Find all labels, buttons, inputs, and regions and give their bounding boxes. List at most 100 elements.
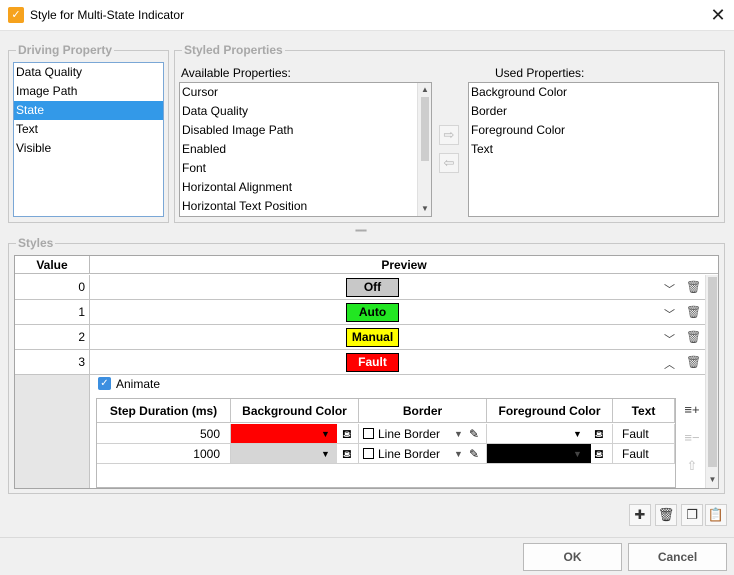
dropdown-arrow-icon[interactable]: ▼ bbox=[454, 444, 463, 464]
style-value-cell[interactable]: 3 bbox=[15, 350, 90, 375]
anim-column-header[interactable]: Text bbox=[613, 399, 675, 423]
dropdown-arrow-icon[interactable]: ▼ bbox=[573, 444, 582, 464]
border-label: Line Border bbox=[378, 427, 441, 441]
trash-icon[interactable]: 🗑 bbox=[686, 330, 701, 344]
paint-bucket-icon[interactable]: ⛾ bbox=[594, 444, 604, 464]
splitter-grip[interactable]: ▪▪▪▪▪▪ bbox=[355, 226, 367, 235]
available-item[interactable]: Disabled Image Path bbox=[180, 121, 417, 140]
style-preview-swatch: Off bbox=[346, 278, 399, 297]
available-properties-list[interactable]: Cursor Data Quality Disabled Image Path Ena… bbox=[179, 82, 432, 217]
value-column-filler bbox=[15, 374, 90, 488]
used-properties-list[interactable]: Background Color Border Foreground Color Te… bbox=[468, 82, 719, 217]
style-preview-swatch: Manual bbox=[346, 328, 399, 347]
driving-property-legend: Driving Property bbox=[16, 43, 115, 57]
used-item[interactable]: Background Color bbox=[469, 83, 718, 102]
paste-style-button[interactable]: 📋 bbox=[705, 504, 727, 526]
move-left-button[interactable]: ⇦ bbox=[439, 153, 459, 173]
cancel-button[interactable]: Cancel bbox=[628, 543, 727, 571]
scroll-down-icon[interactable]: ▼ bbox=[418, 204, 431, 213]
text-cell[interactable]: Fault bbox=[613, 444, 675, 464]
delete-style-button[interactable]: 🗑 bbox=[655, 504, 677, 526]
move-right-button[interactable]: ⇨ bbox=[439, 125, 459, 145]
driving-item[interactable]: Visible bbox=[14, 139, 163, 158]
available-scrollbar[interactable]: ▲ ▼ bbox=[417, 83, 431, 216]
move-step-up-button[interactable]: ⇧ bbox=[681, 455, 703, 477]
driving-item[interactable]: Image Path bbox=[14, 82, 163, 101]
used-item[interactable]: Text bbox=[469, 140, 718, 159]
animate-checkbox[interactable]: ✓ bbox=[98, 377, 111, 390]
foreground-color-cell[interactable]: ▼ ⛾ bbox=[487, 444, 613, 464]
paint-bucket-icon[interactable]: ⛾ bbox=[594, 424, 604, 444]
used-item[interactable]: Foreground Color bbox=[469, 121, 718, 140]
style-value-cell[interactable]: 2 bbox=[15, 325, 90, 350]
styled-properties-legend: Styled Properties bbox=[182, 43, 285, 57]
available-item[interactable]: Cursor bbox=[180, 83, 417, 102]
styles-scrollbar[interactable]: ▼ bbox=[705, 275, 718, 488]
styles-scrollbar-thumb[interactable] bbox=[708, 277, 717, 467]
ok-button[interactable]: OK bbox=[523, 543, 622, 571]
title-bar: ✓ Style for Multi-State Indicator ✕ bbox=[0, 0, 734, 31]
paint-bucket-icon[interactable]: ⛾ bbox=[342, 444, 352, 464]
available-item[interactable]: Horizontal Text Position bbox=[180, 197, 417, 216]
border-preview-icon bbox=[363, 428, 374, 439]
paint-bucket-icon[interactable]: ⛾ bbox=[342, 424, 352, 444]
scrollbar-thumb[interactable] bbox=[421, 97, 429, 161]
app-icon: ✓ bbox=[8, 7, 24, 23]
step-duration-cell[interactable]: 500 bbox=[97, 424, 231, 444]
edit-pencil-icon[interactable]: ✎ bbox=[469, 444, 479, 464]
style-preview-row[interactable]: Auto ﹀ 🗑 bbox=[90, 300, 705, 325]
dropdown-arrow-icon[interactable]: ▼ bbox=[321, 424, 330, 444]
anim-column-header[interactable]: Background Color bbox=[231, 399, 359, 423]
edit-pencil-icon[interactable]: ✎ bbox=[469, 424, 479, 444]
background-color-cell[interactable]: ▼ ⛾ bbox=[231, 444, 359, 464]
style-preview-row[interactable]: Off ﹀ 🗑 bbox=[90, 275, 705, 300]
foreground-color-cell[interactable]: ▼ ⛾ bbox=[487, 424, 613, 444]
chevron-down-icon[interactable]: ﹀ bbox=[664, 331, 675, 347]
anim-column-header[interactable]: Foreground Color bbox=[487, 399, 613, 423]
anim-column-header[interactable]: Step Duration (ms) bbox=[97, 399, 231, 423]
remove-step-button[interactable]: ≡− bbox=[681, 427, 703, 449]
trash-icon[interactable]: 🗑 bbox=[686, 305, 701, 319]
border-cell[interactable]: Line Border ▼ ✎ bbox=[359, 424, 487, 444]
styles-scroll-down-icon[interactable]: ▼ bbox=[706, 475, 719, 484]
scroll-up-icon[interactable]: ▲ bbox=[418, 85, 431, 94]
driving-property-list[interactable]: Data Quality Image Path State Text Visible bbox=[13, 62, 164, 217]
driving-item[interactable]: Data Quality bbox=[14, 63, 163, 82]
trash-icon[interactable]: 🗑 bbox=[686, 355, 701, 369]
add-step-button[interactable]: ≡+ bbox=[681, 399, 703, 421]
style-preview-row[interactable]: Manual ﹀ 🗑 bbox=[90, 325, 705, 350]
dropdown-arrow-icon[interactable]: ▼ bbox=[321, 444, 330, 464]
background-color-cell[interactable]: ▼ ⛾ bbox=[231, 424, 359, 444]
chevron-up-icon[interactable]: ︿ bbox=[664, 356, 675, 372]
driving-item[interactable]: Text bbox=[14, 120, 163, 139]
available-item[interactable]: Enabled bbox=[180, 140, 417, 159]
chevron-down-icon[interactable]: ﹀ bbox=[664, 281, 675, 297]
available-properties-label: Available Properties: bbox=[181, 66, 291, 80]
window-title: Style for Multi-State Indicator bbox=[30, 8, 185, 22]
style-value-cell[interactable]: 0 bbox=[15, 275, 90, 300]
driving-item[interactable]: State bbox=[14, 101, 163, 120]
border-cell[interactable]: Line Border ▼ ✎ bbox=[359, 444, 487, 464]
available-item[interactable]: Horizontal Alignment bbox=[180, 178, 417, 197]
available-item[interactable]: Data Quality bbox=[180, 102, 417, 121]
dropdown-arrow-icon[interactable]: ▼ bbox=[454, 424, 463, 444]
available-item[interactable]: Font bbox=[180, 159, 417, 178]
step-duration-cell[interactable]: 1000 bbox=[97, 444, 231, 464]
anim-column-header[interactable]: Border bbox=[359, 399, 487, 423]
close-icon[interactable]: ✕ bbox=[704, 2, 732, 28]
add-style-button[interactable]: ✚ bbox=[629, 504, 651, 526]
style-preview-swatch: Fault bbox=[346, 353, 399, 372]
chevron-down-icon[interactable]: ﹀ bbox=[664, 306, 675, 322]
preview-column-header[interactable]: Preview bbox=[90, 256, 718, 274]
style-preview-row[interactable]: Fault ︿ 🗑 bbox=[90, 350, 705, 375]
animation-steps-table: Step Duration (ms) Background Color Border… bbox=[96, 398, 676, 488]
style-value-cell[interactable]: 1 bbox=[15, 300, 90, 325]
dropdown-arrow-icon[interactable]: ▼ bbox=[573, 424, 582, 444]
trash-icon[interactable]: 🗑 bbox=[686, 280, 701, 294]
text-cell[interactable]: Fault bbox=[613, 424, 675, 444]
styles-legend: Styles bbox=[16, 236, 56, 250]
value-column-header[interactable]: Value bbox=[15, 256, 90, 274]
dialog-footer bbox=[0, 537, 734, 575]
copy-style-button[interactable]: ❐ bbox=[681, 504, 703, 526]
used-item[interactable]: Border bbox=[469, 102, 718, 121]
